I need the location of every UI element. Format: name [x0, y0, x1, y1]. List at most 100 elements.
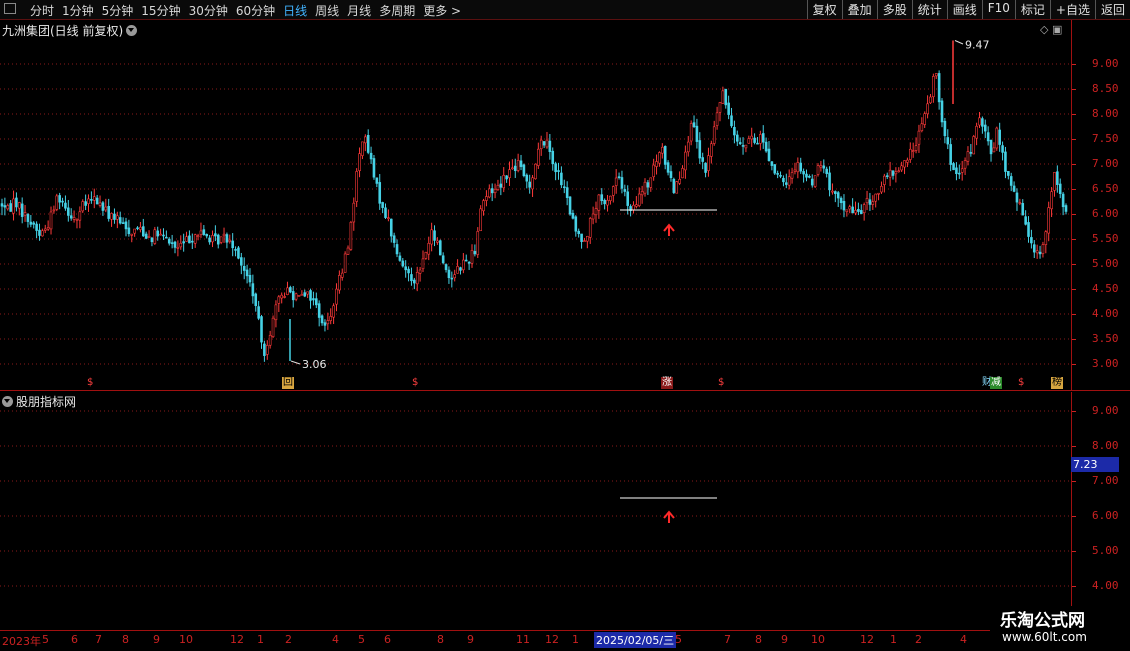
- diamond-icon[interactable]: ◇: [1040, 23, 1048, 36]
- candle-body: [49, 211, 53, 230]
- candle-body: [692, 122, 696, 128]
- candle-body: [903, 160, 906, 168]
- candle-body: [620, 177, 624, 189]
- event-marker[interactable]: $: [1017, 377, 1025, 389]
- panel-divider: [0, 390, 1130, 391]
- candle-body: [741, 145, 745, 147]
- candle-body: [453, 274, 457, 279]
- candle-body: [735, 134, 739, 142]
- period-tab[interactable]: 30分钟: [185, 2, 232, 19]
- candle-body: [854, 210, 857, 214]
- event-marker[interactable]: $: [717, 377, 725, 389]
- candle-body: [513, 165, 517, 171]
- period-tab[interactable]: 1分钟: [58, 2, 98, 19]
- toolbar-button[interactable]: 画线: [946, 0, 982, 19]
- candle-body: [95, 197, 99, 205]
- candle-body: [349, 222, 353, 250]
- candle-body: [1041, 244, 1045, 254]
- candle-body: [118, 217, 122, 224]
- toolbar-button[interactable]: 返回: [1094, 0, 1130, 19]
- tick-mark: [1072, 314, 1076, 315]
- event-marker[interactable]: $: [86, 377, 94, 389]
- period-tab[interactable]: 周线: [311, 2, 343, 19]
- candle-body: [1030, 237, 1033, 244]
- candle-body: [182, 241, 185, 244]
- indicator-panel[interactable]: 股朋指标网: [0, 392, 1070, 630]
- candle-body: [1032, 244, 1036, 253]
- candle-body: [542, 141, 546, 146]
- candle-body: [531, 177, 534, 190]
- indicator-name: 股朋指标网: [16, 395, 77, 409]
- candle-body: [695, 125, 699, 142]
- event-marker[interactable]: 榜: [1051, 377, 1063, 389]
- indicator-tick-label: 6.00: [1092, 509, 1119, 522]
- period-tab[interactable]: 5分钟: [98, 2, 138, 19]
- window-icon[interactable]: ▣: [1052, 23, 1062, 36]
- candle-body: [698, 140, 702, 159]
- time-axis-label: 8: [755, 633, 762, 646]
- period-tab[interactable]: 60分钟: [232, 2, 279, 19]
- toolbar-button[interactable]: 叠加: [841, 0, 877, 19]
- candle-body: [55, 195, 59, 210]
- candle-body: [46, 227, 50, 230]
- candlestick-chart[interactable]: 9.47 3.06: [0, 20, 1070, 390]
- chevron-down-icon[interactable]: [126, 25, 138, 36]
- candle-body: [897, 170, 901, 173]
- event-marker[interactable]: $: [411, 377, 419, 389]
- price-tick-label: 9.00: [1092, 57, 1119, 70]
- period-tab[interactable]: 日线: [279, 2, 311, 19]
- candle-body: [338, 275, 341, 291]
- toolbar-button[interactable]: 统计: [911, 0, 947, 19]
- candle-body: [280, 294, 283, 299]
- time-axis: 2025/02/05/三 2023年 5 6 7 8 9 10 12 1 2 4 5 6 8 9 11 12 1 5…: [0, 630, 1130, 651]
- candle-body: [983, 124, 987, 132]
- candle-body: [355, 171, 358, 202]
- toolbar-button[interactable]: 标记: [1014, 0, 1050, 19]
- period-tab[interactable]: 分时: [26, 2, 58, 19]
- candle-body: [557, 170, 560, 172]
- toolbar-button[interactable]: 多股: [876, 0, 912, 19]
- toolbar-button[interactable]: +自选: [1049, 0, 1095, 19]
- toolbar-button[interactable]: F10: [981, 0, 1015, 19]
- toolbar-button[interactable]: 复权: [806, 0, 842, 19]
- event-marker[interactable]: 减: [990, 377, 1002, 389]
- candle-body: [995, 127, 999, 149]
- candle-body: [583, 240, 586, 242]
- period-tab[interactable]: 多周期: [375, 2, 419, 19]
- candle-body: [600, 194, 604, 202]
- candle-body: [421, 258, 425, 270]
- candle-body: [992, 147, 996, 153]
- candle-body: [770, 161, 774, 166]
- candle-body: [891, 170, 895, 176]
- menu-icon[interactable]: [4, 3, 16, 14]
- candle-body: [41, 230, 44, 237]
- candle-body: [1047, 207, 1050, 234]
- period-tab[interactable]: 更多 >: [419, 2, 465, 19]
- candle-body: [361, 141, 364, 156]
- indicator-title[interactable]: 股朋指标网: [2, 393, 76, 410]
- candle-body: [952, 163, 955, 171]
- candle-body: [251, 283, 255, 297]
- indicator-chart: [0, 410, 1070, 587]
- stock-title: 九洲集团(日线 前复权): [2, 24, 124, 38]
- candle-body: [1007, 171, 1010, 176]
- candle-body: [286, 287, 289, 295]
- candle-body: [389, 218, 393, 237]
- candle-body: [819, 165, 823, 168]
- candle-body: [219, 236, 223, 243]
- event-marker[interactable]: 回: [282, 377, 294, 389]
- candle-body: [635, 204, 638, 207]
- candle-body: [560, 172, 563, 186]
- period-tab[interactable]: 15分钟: [137, 2, 184, 19]
- candle-body: [577, 230, 580, 235]
- period-tab[interactable]: 月线: [343, 2, 375, 19]
- chevron-down-icon[interactable]: [2, 396, 13, 407]
- price-chart-panel[interactable]: 9.47 3.06 九洲集团(日线 前复权) ◇ ▣ $ 回 $ 涨 $ 财减 $ 榜: [0, 20, 1070, 390]
- candle-body: [450, 277, 454, 280]
- candle-body: [144, 233, 148, 239]
- candle-body: [29, 221, 33, 225]
- candle-body: [456, 266, 459, 274]
- candle-body: [98, 202, 102, 206]
- event-marker[interactable]: 涨: [661, 377, 673, 389]
- candle-body: [415, 271, 419, 285]
